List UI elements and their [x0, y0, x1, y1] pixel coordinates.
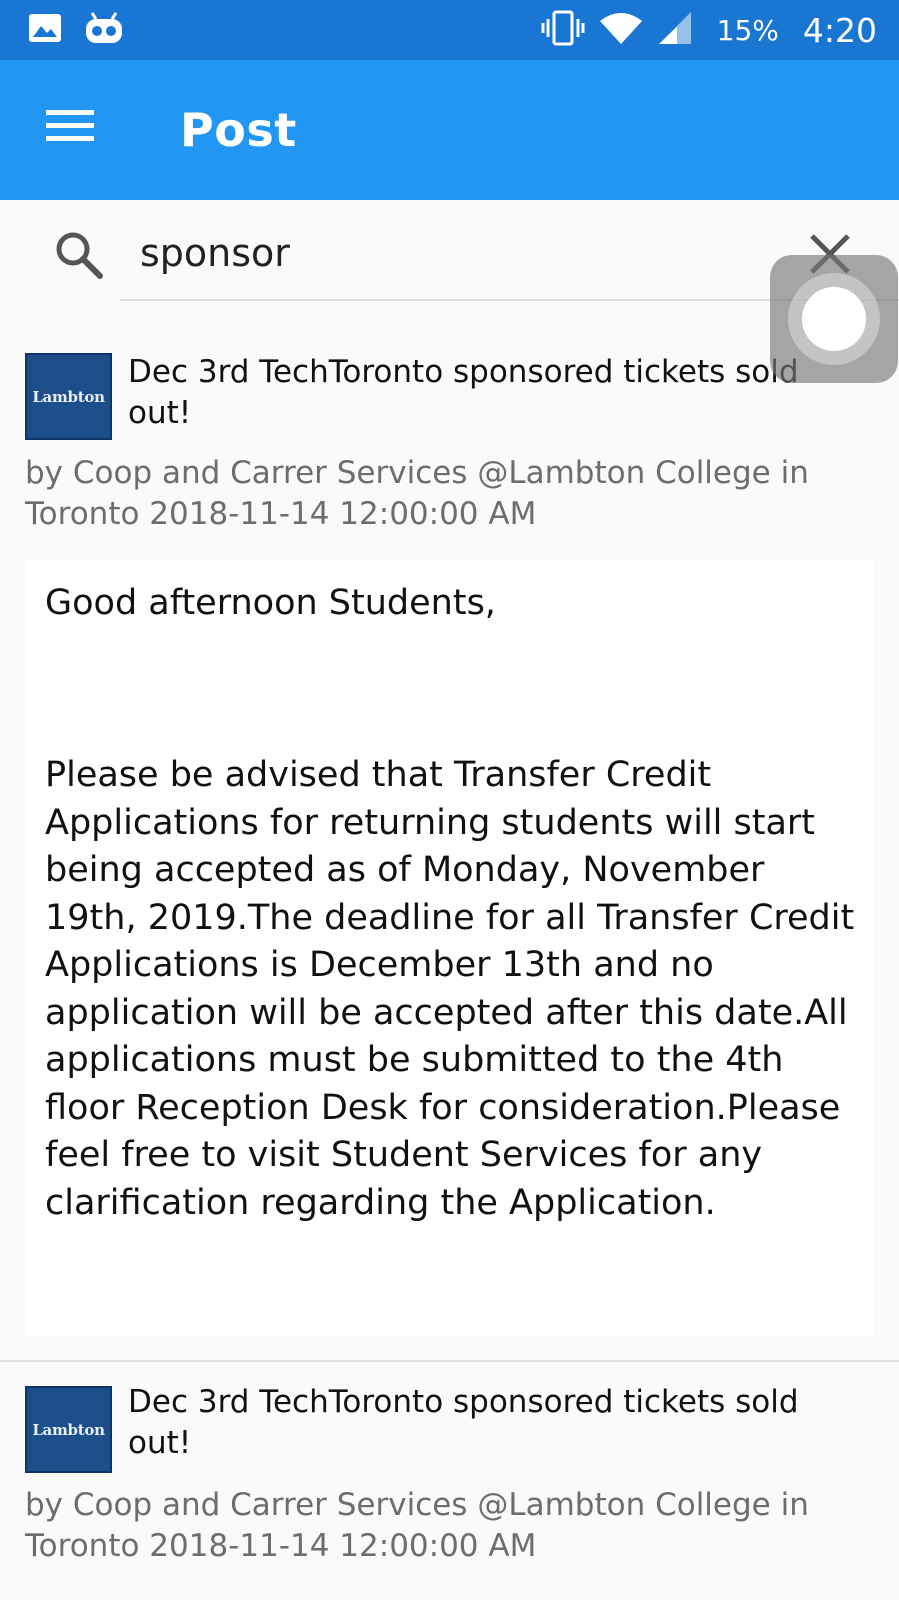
logo-text: Lambton: [32, 387, 105, 406]
post-meta: by Coop and Carrer Services @Lambton Col…: [25, 455, 809, 532]
menu-button[interactable]: [30, 88, 110, 168]
vibrate-icon: [541, 10, 585, 50]
wifi-icon: [599, 11, 643, 49]
post-meta: by Coop and Carrer Services @Lambton Col…: [25, 1487, 809, 1564]
post-body-card: Good afternoon Students, Please be advis…: [25, 560, 875, 1336]
search-icon[interactable]: [54, 230, 104, 280]
assistive-touch-button[interactable]: [770, 255, 898, 383]
post-title: Dec 3rd TechToronto sponsored tickets so…: [128, 1384, 799, 1461]
app-bar: Post: [0, 60, 899, 200]
battery-percent: 15%: [716, 13, 779, 47]
android-icon: [84, 11, 124, 49]
logo-text: Lambton: [32, 1420, 105, 1439]
post-item[interactable]: Lambton Dec 3rd TechToronto sponsored ti…: [0, 340, 899, 1360]
search-bar: [0, 200, 899, 310]
post-logo: Lambton: [25, 353, 112, 440]
assistive-ring: [788, 273, 880, 365]
menu-icon: [46, 108, 94, 148]
post-item[interactable]: Lambton Dec 3rd TechToronto sponsored ti…: [0, 1360, 899, 1600]
post-greeting: Good afternoon Students,: [45, 583, 496, 623]
post-title: Dec 3rd TechToronto sponsored tickets so…: [128, 354, 799, 431]
page-title: Post: [180, 103, 297, 157]
post-logo: Lambton: [25, 1386, 112, 1473]
clock-time: 4:20: [802, 10, 877, 50]
post-body: Please be advised that Transfer Credit A…: [45, 755, 855, 1223]
status-bar: 15% 4:20: [0, 0, 899, 60]
image-icon: [28, 13, 62, 47]
signal-icon: [657, 11, 693, 49]
assistive-dot: [802, 287, 866, 351]
search-input[interactable]: [120, 218, 770, 288]
